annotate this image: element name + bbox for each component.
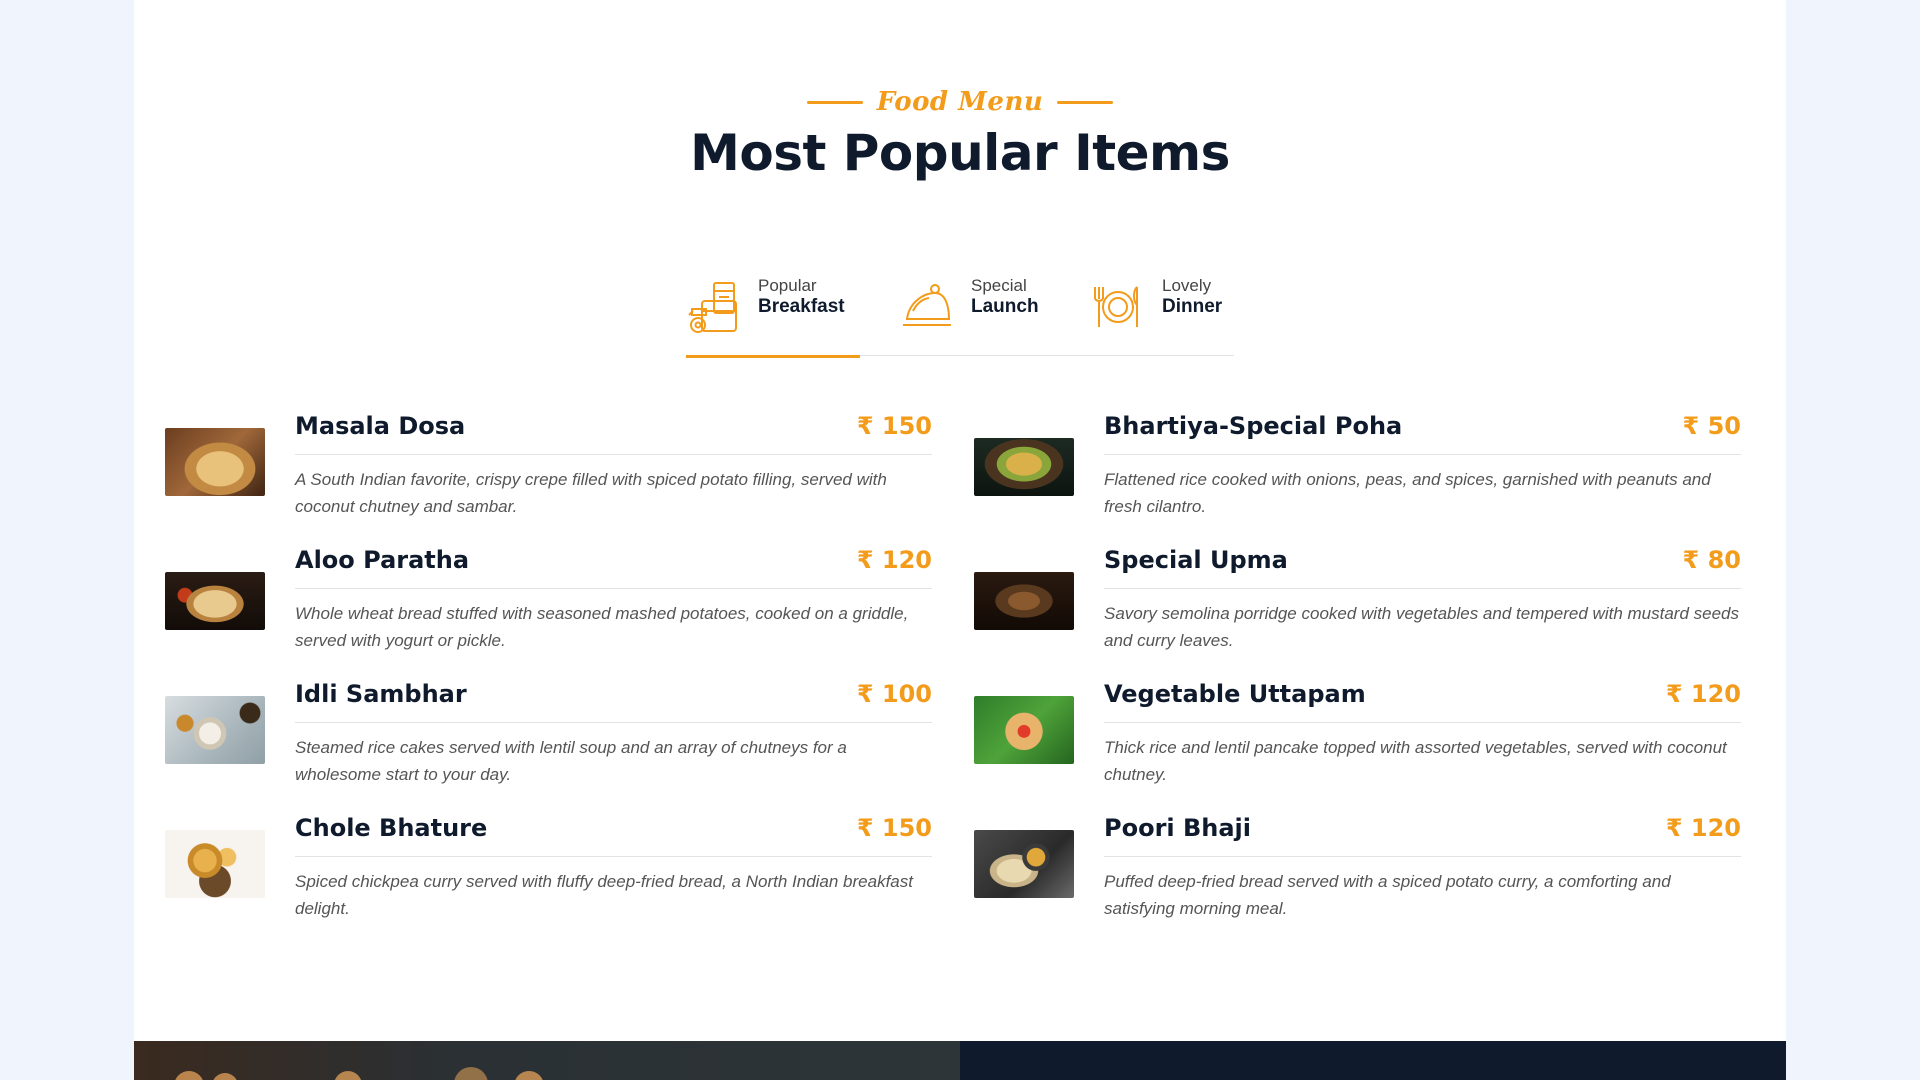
tab-breakfast-big: Breakfast bbox=[758, 295, 845, 317]
eyebrow-rule-left bbox=[806, 100, 863, 104]
item-description: Steamed rice cakes served with lentil so… bbox=[295, 738, 847, 784]
food-photo-poha bbox=[974, 438, 1074, 496]
menu-item[interactable]: Bhartiya-Special Poha ₹ 50 Flattened ric… bbox=[974, 410, 1773, 528]
item-description: Puffed deep-fried bread served with a sp… bbox=[1104, 872, 1671, 918]
tab-dinner-small: Lovely bbox=[1162, 275, 1212, 295]
menu-tabs: Popular Breakfast Special Launch Lovely … bbox=[686, 258, 1234, 358]
food-photo-masala-dosa bbox=[165, 428, 265, 496]
item-name: Aloo Paratha bbox=[295, 546, 470, 574]
plate-cutlery-icon bbox=[1094, 286, 1138, 327]
menu-item[interactable]: Poori Bhaji ₹ 120 Puffed deep-fried brea… bbox=[974, 812, 1773, 930]
item-name: Chole Bhature bbox=[295, 814, 488, 842]
item-price: ₹ 100 bbox=[856, 680, 932, 708]
item-divider bbox=[1104, 454, 1741, 455]
item-divider bbox=[295, 722, 932, 723]
item-price: ₹ 150 bbox=[856, 412, 932, 440]
item-price: ₹ 120 bbox=[1665, 814, 1741, 842]
tab-dinner-big: Dinner bbox=[1162, 295, 1223, 317]
item-price: ₹ 80 bbox=[1682, 546, 1741, 574]
item-divider bbox=[1104, 856, 1741, 857]
tab-launch[interactable]: Special Launch bbox=[899, 258, 1059, 356]
eyebrow-text: Food Menu bbox=[876, 87, 1044, 117]
item-divider bbox=[295, 856, 932, 857]
tab-launch-big: Launch bbox=[971, 295, 1039, 317]
tab-dinner[interactable]: Lovely Dinner bbox=[1090, 258, 1234, 356]
item-description: Spiced chickpea curry served with fluffy… bbox=[295, 872, 913, 918]
item-description: Flattened rice cooked with onions, peas,… bbox=[1104, 470, 1711, 516]
food-photo-uttapam bbox=[974, 696, 1074, 764]
food-photo-idli-sambhar bbox=[165, 696, 265, 764]
food-photo-poori-bhaji bbox=[974, 830, 1074, 898]
food-photo-chole-bhature bbox=[165, 830, 265, 898]
item-price: ₹ 150 bbox=[856, 814, 932, 842]
tab-breakfast[interactable]: Popular Breakfast bbox=[686, 258, 860, 358]
menu-item[interactable]: Idli Sambhar ₹ 100 Steamed rice cakes se… bbox=[165, 678, 964, 796]
bottom-banner-dark bbox=[960, 1041, 1786, 1080]
item-description: A South Indian favorite, crispy crepe fi… bbox=[295, 470, 887, 516]
item-name: Masala Dosa bbox=[295, 412, 466, 440]
item-divider bbox=[1104, 588, 1741, 589]
food-photo-upma bbox=[974, 572, 1074, 630]
item-description: Whole wheat bread stuffed with seasoned … bbox=[295, 604, 909, 650]
item-name: Bhartiya-Special Poha bbox=[1104, 412, 1403, 440]
menu-item[interactable]: Masala Dosa ₹ 150 A South Indian favorit… bbox=[165, 410, 964, 528]
menu-item[interactable]: Aloo Paratha ₹ 120 Whole wheat bread stu… bbox=[165, 544, 964, 662]
bottom-banner-photo bbox=[134, 1041, 960, 1080]
item-price: ₹ 120 bbox=[856, 546, 932, 574]
menu-item[interactable]: Special Upma ₹ 80 Savory semolina porrid… bbox=[974, 544, 1773, 662]
item-divider bbox=[295, 454, 932, 455]
breakfast-icon bbox=[688, 282, 737, 333]
item-price: ₹ 50 bbox=[1682, 412, 1741, 440]
item-name: Special Upma bbox=[1104, 546, 1288, 574]
item-name: Poori Bhaji bbox=[1104, 814, 1252, 842]
section-eyebrow: Food Menu bbox=[134, 84, 1786, 120]
item-description: Savory semolina porridge cooked with veg… bbox=[1104, 604, 1740, 650]
item-name: Idli Sambhar bbox=[295, 680, 467, 708]
tab-launch-small: Special bbox=[971, 275, 1027, 295]
menu-item[interactable]: Chole Bhature ₹ 150 Spiced chickpea curr… bbox=[165, 812, 964, 930]
section-title: Most Popular Items bbox=[690, 124, 1230, 182]
cloche-icon bbox=[903, 284, 951, 326]
item-divider bbox=[1104, 722, 1741, 723]
item-price: ₹ 120 bbox=[1665, 680, 1741, 708]
menu-item[interactable]: Vegetable Uttapam ₹ 120 Thick rice and l… bbox=[974, 678, 1773, 796]
item-divider bbox=[295, 588, 932, 589]
item-name: Vegetable Uttapam bbox=[1104, 680, 1366, 708]
food-photo-aloo-paratha bbox=[165, 572, 265, 630]
item-description: Thick rice and lentil pancake topped wit… bbox=[1104, 738, 1727, 784]
tab-breakfast-small: Popular bbox=[758, 275, 817, 295]
eyebrow-rule-right bbox=[1057, 100, 1114, 104]
menu-section: Food Menu Most Popular Items Popular Bre… bbox=[134, 0, 1786, 1080]
